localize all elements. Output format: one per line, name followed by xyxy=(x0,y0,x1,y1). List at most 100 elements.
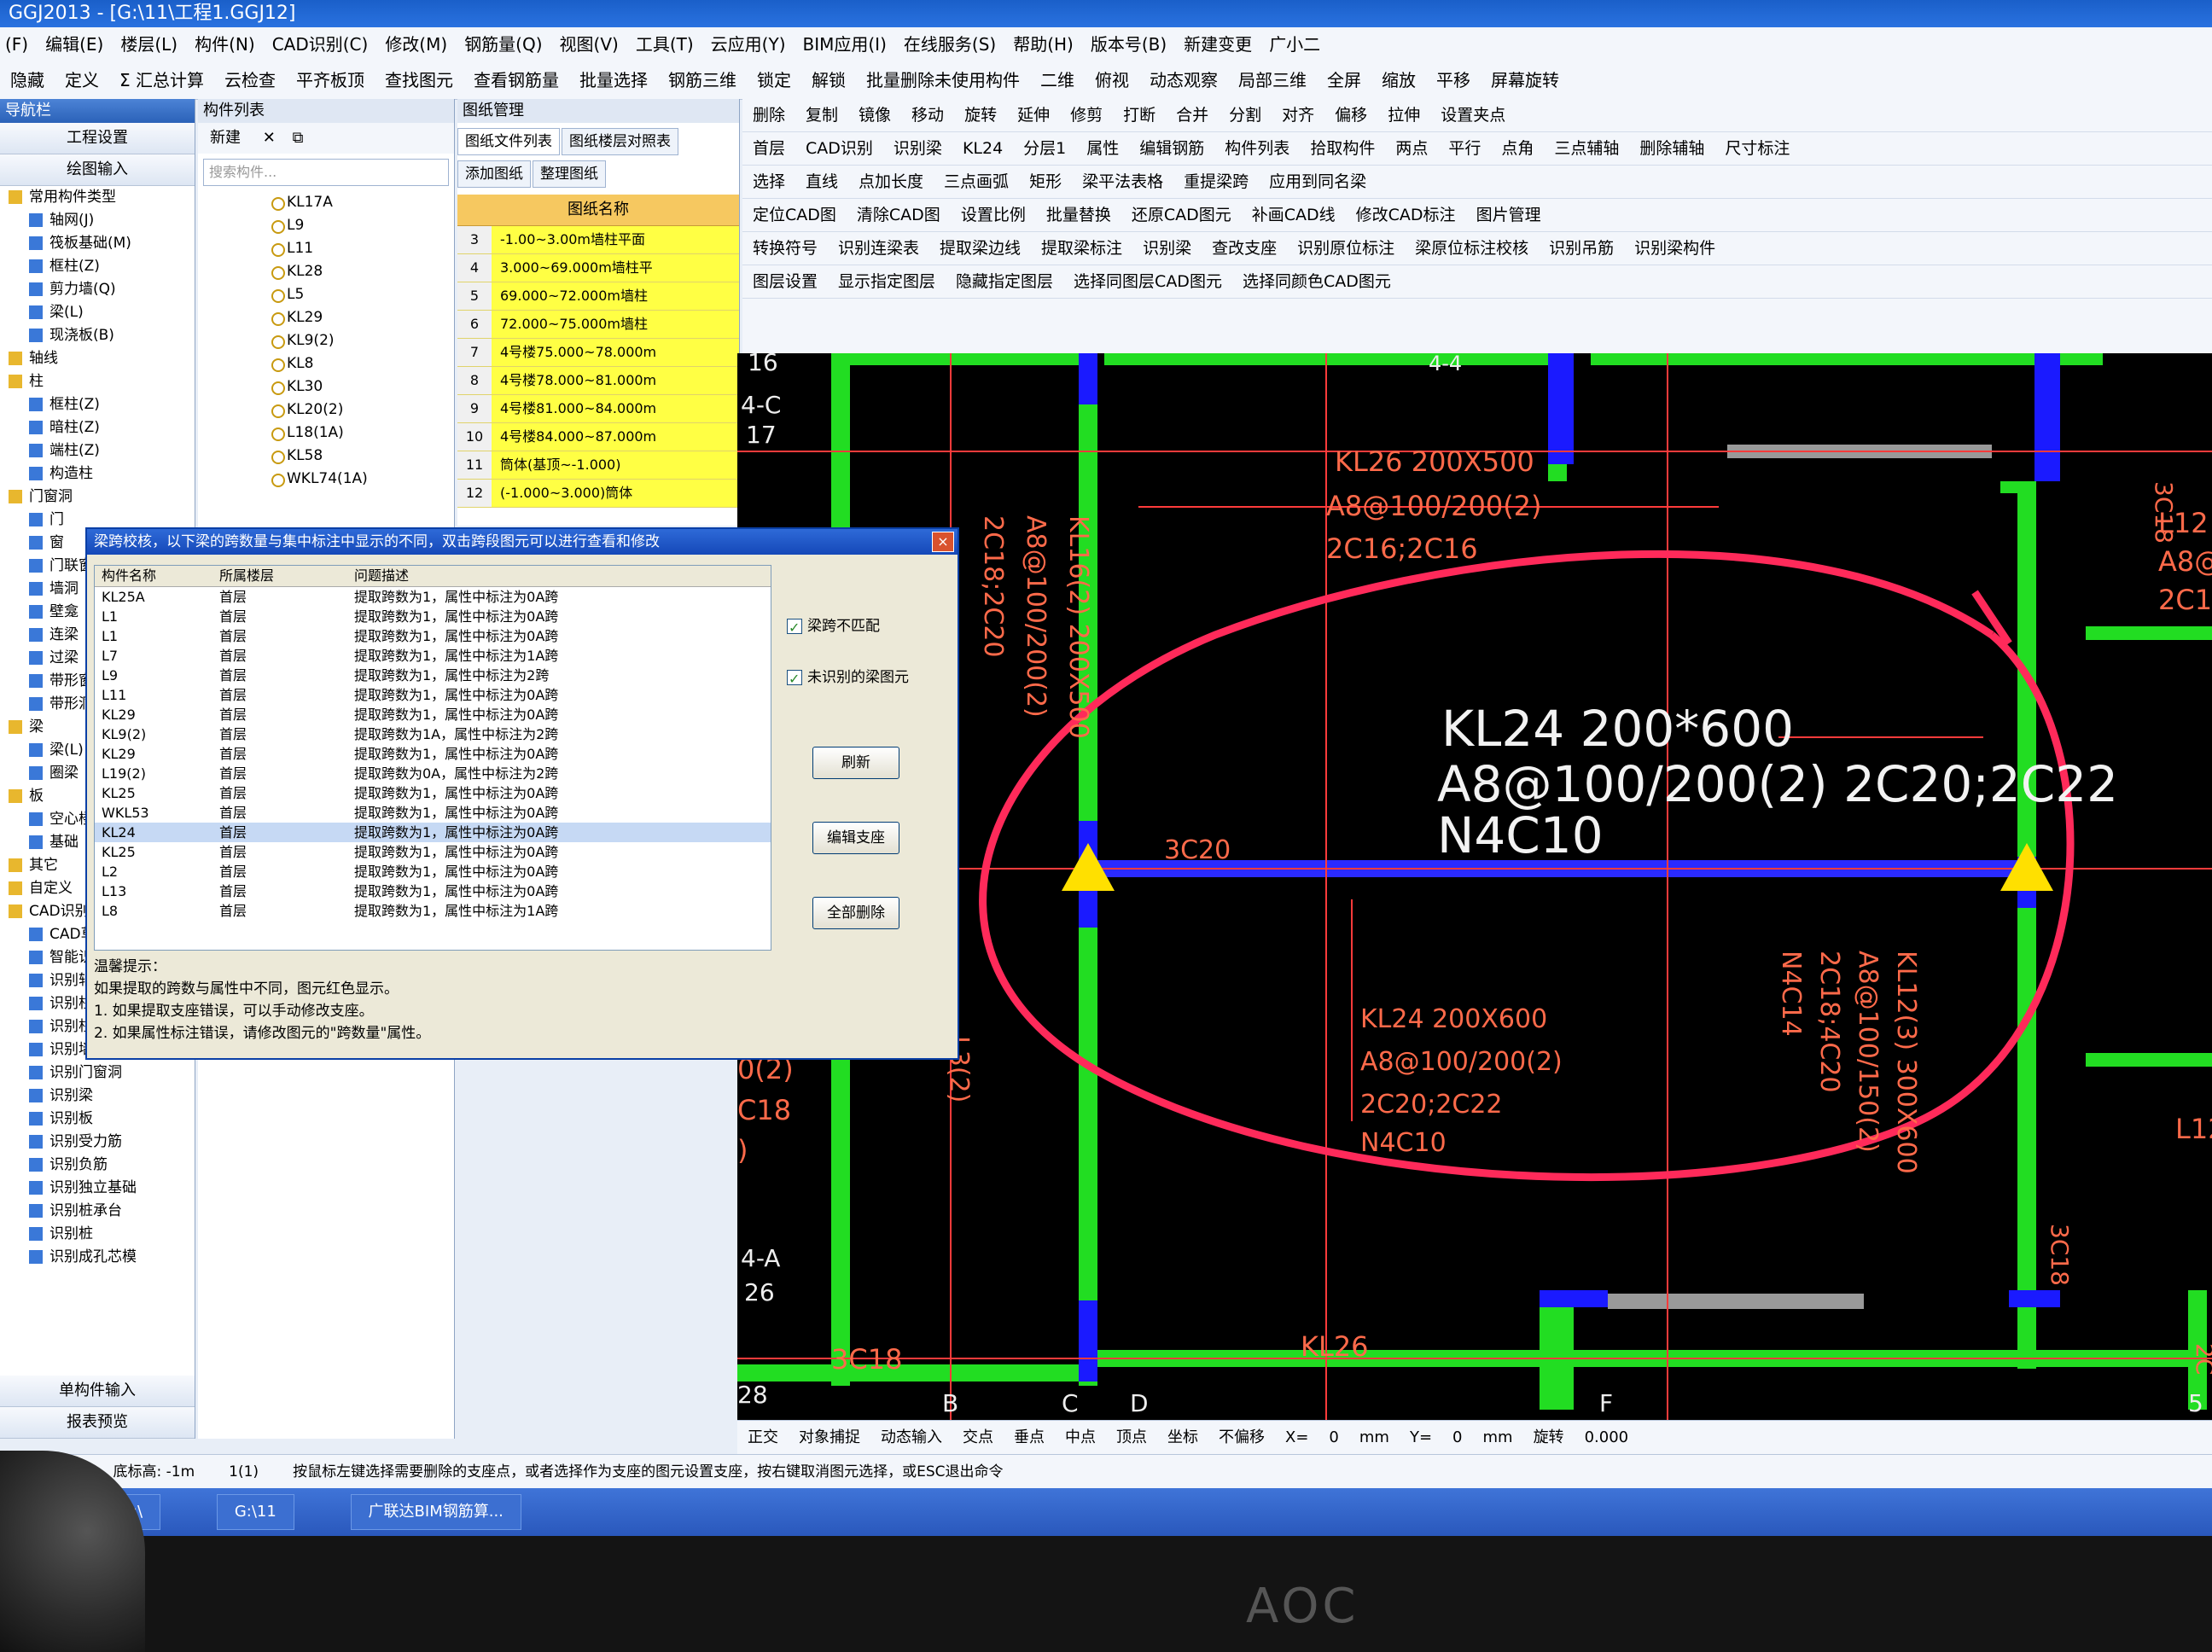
cad-tool-button[interactable]: 属性 xyxy=(1086,139,1119,158)
cad-tool-button[interactable]: KL24 xyxy=(963,139,1003,158)
cad-tool-button[interactable]: 移动 xyxy=(911,106,944,125)
label-kl12-stirrup[interactable]: A8@100/150(2) xyxy=(1853,951,1883,1153)
cad-tool-button[interactable]: 提取梁边线 xyxy=(940,239,1021,258)
toolbar-button[interactable]: 查找图元 xyxy=(385,70,453,90)
label-kl16-stirrup[interactable]: A8@100/200(2) xyxy=(1021,515,1051,718)
dialog-table-row[interactable]: KL25 首层 提取跨数为1，属性中标注为0A跨 xyxy=(95,783,771,803)
nav-tree-item[interactable]: 暗柱(Z) xyxy=(0,416,195,439)
cad-tool-button[interactable]: 定位CAD图 xyxy=(753,206,836,224)
status-toggle[interactable]: Y= xyxy=(1410,1428,1432,1446)
menu-item[interactable]: 帮助(H) xyxy=(1013,34,1074,55)
col-floor[interactable]: 所属楼层 xyxy=(212,566,347,586)
cad-tool-button[interactable]: 梁平法表格 xyxy=(1082,172,1163,191)
column-top-mid[interactable] xyxy=(1548,353,1574,464)
nav-tree-item[interactable]: 筏板基础(M) xyxy=(0,232,195,255)
nav-tree-item[interactable]: 识别板 xyxy=(0,1108,195,1131)
column-bottom-right-cap[interactable] xyxy=(2009,1290,2060,1307)
dialog-table-row[interactable]: L13 首层 提取跨数为1，属性中标注为0A跨 xyxy=(95,881,771,901)
beam-top-left[interactable] xyxy=(831,353,1079,365)
toolbar-button[interactable]: 平移 xyxy=(1436,70,1470,90)
toolbar-button[interactable]: 云检查 xyxy=(224,70,276,90)
cad-tool-button[interactable]: 识别连梁表 xyxy=(838,239,919,258)
drawing-row[interactable]: 5 69.000~72.000m墙柱 xyxy=(457,282,739,311)
cad-tool-button[interactable]: 点加长度 xyxy=(859,172,923,191)
toolbar-button[interactable]: 定义 xyxy=(65,70,99,90)
component-list-item[interactable]: KL20(2) xyxy=(198,398,454,422)
dialog-table-row[interactable]: KL29 首层 提取跨数为1，属性中标注为0A跨 xyxy=(95,705,771,724)
label-kl24-big[interactable]: KL24 200*600 xyxy=(1441,700,1794,758)
cad-tool-button[interactable]: 三点辅轴 xyxy=(1554,139,1619,158)
status-toggle[interactable]: X= xyxy=(1285,1428,1308,1446)
menu-item[interactable]: 云应用(Y) xyxy=(711,34,786,55)
drawing-row[interactable]: 10 4号楼84.000~87.000m xyxy=(457,423,739,451)
cad-tool-button[interactable]: 识别梁构件 xyxy=(1634,239,1715,258)
cad-tool-button[interactable]: 选择同颜色CAD图元 xyxy=(1243,272,1391,291)
nav-tree-item[interactable]: 识别桩承台 xyxy=(0,1200,195,1223)
checkbox-icon[interactable] xyxy=(787,616,802,640)
label-kl24-span[interactable]: 3C20 xyxy=(1164,835,1231,865)
cad-tool-button[interactable]: 镜像 xyxy=(859,106,891,125)
edit-support-button[interactable]: 编辑支座 xyxy=(812,822,899,854)
nav-tree-item[interactable]: 柱 xyxy=(0,370,195,393)
cad-tool-button[interactable]: 查改支座 xyxy=(1212,239,1277,258)
dialog-table-row[interactable]: L11 首层 提取跨数为1，属性中标注为0A跨 xyxy=(95,685,771,705)
report-preview-button[interactable]: 报表预览 xyxy=(0,1407,195,1439)
cad-tool-button[interactable]: 隐藏指定图层 xyxy=(956,272,1053,291)
cad-tool-button[interactable]: 图层设置 xyxy=(753,272,818,291)
toolbar-button[interactable]: 二维 xyxy=(1040,70,1074,90)
cad-tool-button[interactable]: 平行 xyxy=(1448,139,1481,158)
menu-item[interactable]: 钢筋量(Q) xyxy=(464,34,542,55)
dialog-table-row[interactable]: KL24 首层 提取跨数为1，属性中标注为0A跨 xyxy=(95,823,771,842)
component-list-item[interactable]: L5 xyxy=(198,283,454,306)
cad-tool-button[interactable]: 复制 xyxy=(806,106,838,125)
nav-tree-item[interactable]: 剪力墙(Q) xyxy=(0,278,195,301)
column-bottom-mid[interactable] xyxy=(1540,1290,1574,1410)
cad-tool-button[interactable]: 显示指定图层 xyxy=(838,272,935,291)
taskbar-item-g11[interactable]: G:\11 xyxy=(216,1494,294,1530)
project-settings-button[interactable]: 工程设置 xyxy=(0,123,195,154)
cad-tool-button[interactable]: 三点画弧 xyxy=(944,172,1009,191)
toolbar-button[interactable]: 俯视 xyxy=(1095,70,1129,90)
checkbox-icon[interactable] xyxy=(787,667,802,691)
menu-item[interactable]: 在线服务(S) xyxy=(904,34,996,55)
cad-tool-button[interactable]: 打断 xyxy=(1123,106,1155,125)
column-d-top[interactable] xyxy=(1079,353,1097,404)
dialog-table-row[interactable]: L1 首层 提取跨数为1，属性中标注为0A跨 xyxy=(95,626,771,646)
status-toggle[interactable]: 垂点 xyxy=(1014,1428,1045,1446)
beam-kl26-bottom-segment[interactable] xyxy=(1608,1294,1864,1309)
component-search-input[interactable]: 搜索构件... xyxy=(203,159,449,186)
beam-right-lower[interactable] xyxy=(2086,1053,2212,1067)
cad-tool-button[interactable]: 图片管理 xyxy=(1476,206,1541,224)
cad-tool-button[interactable]: 拾取构件 xyxy=(1310,139,1375,158)
label-l12-mid[interactable]: L12 xyxy=(2175,1113,2212,1145)
label-kl26-stirrup[interactable]: A8@100/200(2) xyxy=(1326,490,1542,522)
cad-tool-button[interactable]: 设置比例 xyxy=(961,206,1026,224)
drawing-row[interactable]: 9 4号楼81.000~84.000m xyxy=(457,395,739,423)
single-component-input-button[interactable]: 单构件输入 xyxy=(0,1376,195,1407)
column-d-bottom[interactable] xyxy=(1079,1300,1097,1382)
component-list-item[interactable]: L18(1A) xyxy=(198,422,454,445)
label-kl16-bars[interactable]: 2C18;2C20 xyxy=(978,515,1008,658)
nav-tree-item[interactable]: 识别梁 xyxy=(0,1085,195,1108)
cad-tool-button[interactable]: 偏移 xyxy=(1335,106,1367,125)
dialog-table-row[interactable]: WKL53 首层 提取跨数为1，属性中标注为0A跨 xyxy=(95,803,771,823)
cad-tool-button[interactable]: 延伸 xyxy=(1017,106,1050,125)
toolbar-button[interactable]: Σ 汇总计算 xyxy=(119,70,204,90)
nav-tree-item[interactable]: 框柱(Z) xyxy=(0,255,195,278)
cad-tool-button[interactable]: 补画CAD线 xyxy=(1252,206,1336,224)
menu-item[interactable]: 编辑(E) xyxy=(45,34,103,55)
cad-tool-button[interactable]: 识别梁 xyxy=(1143,239,1191,258)
menu-item[interactable]: 新建变更 xyxy=(1184,34,1252,55)
status-toggle[interactable]: 顶点 xyxy=(1116,1428,1147,1446)
toolbar-button[interactable]: 全屏 xyxy=(1327,70,1361,90)
label-kl24-small-bars[interactable]: 2C20;2C22 xyxy=(1360,1090,1503,1120)
toolbar-button[interactable]: 缩放 xyxy=(1382,70,1416,90)
cad-tool-button[interactable]: 还原CAD图元 xyxy=(1132,206,1231,224)
column-top-right[interactable] xyxy=(2034,353,2060,481)
cad-tool-button[interactable]: 删除 xyxy=(753,106,785,125)
cad-tool-button[interactable]: 修剪 xyxy=(1070,106,1103,125)
cad-tool-button[interactable]: 矩形 xyxy=(1029,172,1062,191)
nav-tree-item[interactable]: 识别独立基础 xyxy=(0,1177,195,1200)
cad-tool-button[interactable]: 首层 xyxy=(753,139,785,158)
dialog-table-row[interactable]: L19(2) 首层 提取跨数为0A，属性中标注为2跨 xyxy=(95,764,771,783)
